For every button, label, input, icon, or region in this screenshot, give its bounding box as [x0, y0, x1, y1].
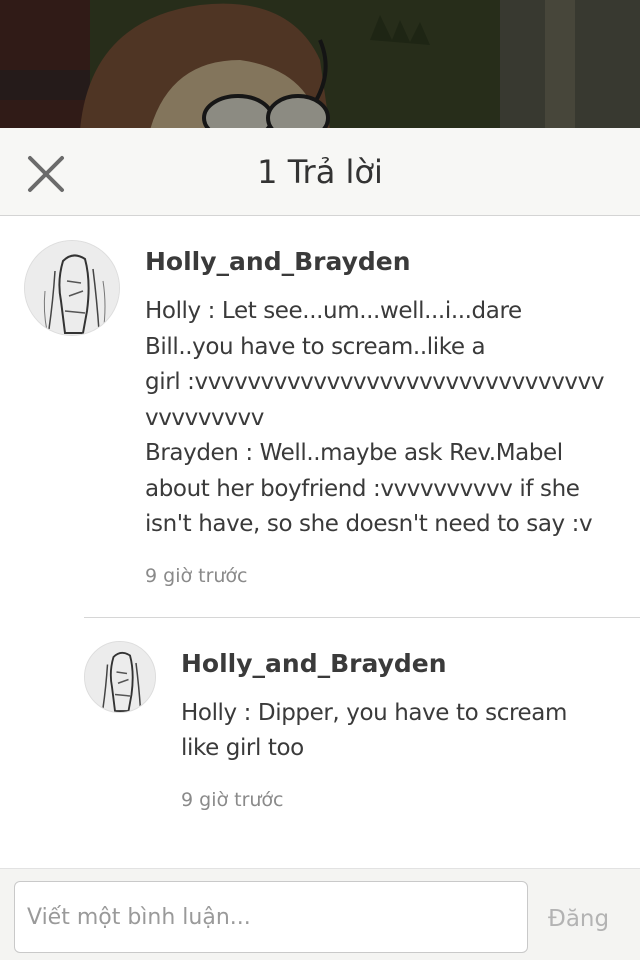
replies-sheet: 1 Trả lời Holly_and_Brayden Holly : Let …	[0, 128, 640, 960]
sheet-header: 1 Trả lời	[0, 128, 640, 216]
avatar[interactable]	[84, 640, 156, 713]
comment-item: Holly_and_Brayden Holly : Let see...um..…	[0, 216, 640, 617]
close-icon	[28, 156, 64, 192]
reply-item: Holly_and_Brayden Holly : Dipper, you ha…	[84, 616, 640, 835]
sheet-title: 1 Trả lời	[257, 152, 383, 191]
comment-thread: Holly_and_Brayden Holly : Let see...um..…	[0, 216, 640, 835]
background-image	[0, 0, 640, 130]
comment-text: Holly : Let see...um...well...i...dare B…	[145, 298, 605, 537]
post-button[interactable]: Đăng	[548, 899, 628, 939]
reply-timestamp: 9 giờ trước	[181, 788, 284, 811]
close-button[interactable]	[22, 150, 70, 198]
reply-text: Holly : Dipper, you have to scream like …	[181, 699, 568, 762]
reply-username[interactable]: Holly_and_Brayden	[181, 644, 620, 684]
comment-composer: Đăng	[0, 868, 640, 960]
comment-timestamp: 9 giờ trước	[145, 564, 248, 587]
comment-username[interactable]: Holly_and_Brayden	[145, 242, 620, 282]
comment-input[interactable]	[14, 881, 528, 953]
avatar[interactable]	[24, 240, 120, 336]
